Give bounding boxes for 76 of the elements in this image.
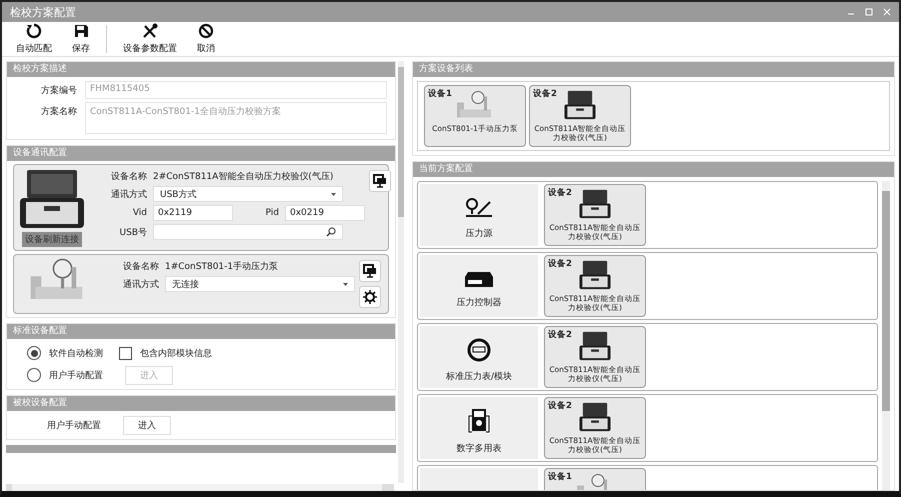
radio-button[interactable]: [27, 368, 41, 382]
field-label: 通讯方式: [122, 278, 159, 290]
option-label: 软件自动检测: [49, 348, 103, 360]
section-header: 设备通讯配置: [7, 146, 395, 161]
save-icon: [73, 23, 89, 39]
field-label: 设备名称: [122, 260, 159, 273]
section-header: 标准设备配置: [7, 324, 395, 339]
controller-box-icon: [464, 270, 494, 288]
field-label: 通讯方式: [110, 188, 147, 200]
section-header: 被校设备配置: [7, 396, 395, 411]
enter-button[interactable]: 进入: [123, 416, 171, 434]
toolbar-button[interactable]: 保存: [64, 23, 98, 55]
horizontal-scrollbar[interactable]: [6, 484, 394, 491]
role-label: 压力源: [466, 228, 492, 240]
field-label: USB号: [118, 226, 147, 238]
field-label: 方案编号: [40, 84, 77, 97]
connect-button[interactable]: [369, 170, 391, 192]
calibrator-drawing: [578, 258, 612, 292]
device-tag: 设备2: [533, 88, 557, 100]
tools-icon: [142, 23, 158, 39]
calibrator-drawing: [17, 168, 87, 230]
dropdown-arrow-icon: [331, 192, 336, 196]
calibrator-drawing: [578, 187, 612, 221]
checkbox-label: 包含内部模块信息: [140, 348, 212, 360]
radio-button[interactable]: [27, 346, 41, 360]
vertical-scrollbar[interactable]: [398, 61, 404, 483]
device-tag: 设备2: [548, 400, 572, 412]
device-name: 1#ConST801-1手动压力泵: [165, 260, 278, 273]
refresh-icon: [26, 23, 42, 39]
vertical-scrollbar[interactable]: [882, 181, 890, 490]
field-label: Pid: [264, 208, 279, 218]
refresh-connection-button[interactable]: 设备刷新连接: [22, 232, 82, 247]
device-tag: 设备1: [548, 471, 572, 483]
option-label: 用户手动配置: [47, 420, 101, 432]
role-label: 标准压力表/模块: [446, 370, 512, 382]
field-label: Vid: [132, 208, 147, 218]
option-label: 用户手动配置: [49, 370, 103, 382]
settings-icon: [363, 290, 377, 304]
multimeter-icon: [468, 408, 490, 434]
role-label: 数字多用表: [456, 442, 502, 454]
device-name: 2#ConST811A智能全自动压力校验仪(气压): [153, 170, 334, 183]
calibrator-drawing: [578, 400, 612, 434]
device-tile[interactable]: 设备1: [544, 468, 646, 490]
monitor-icon: [373, 174, 387, 188]
cancel-icon: [198, 23, 214, 39]
section-header: 方案设备列表: [413, 62, 894, 77]
field-label: 方案名称: [40, 105, 77, 118]
dropdown[interactable]: USB方式: [153, 186, 343, 202]
text-field[interactable]: 0x0219: [285, 205, 365, 221]
device-tag: 设备2: [548, 187, 572, 199]
window-title: 检校方案配置: [10, 4, 76, 20]
toolbar-button[interactable]: 取消: [189, 23, 223, 55]
dropdown-arrow-icon: [343, 282, 348, 286]
search-icon: [326, 227, 336, 237]
settings-button[interactable]: [359, 286, 381, 308]
calibrator-drawing: [563, 88, 597, 122]
connect-button[interactable]: [359, 260, 381, 282]
dial-gauge-icon: [467, 338, 491, 362]
field-label: 设备名称: [110, 170, 147, 183]
maximize-icon[interactable]: [865, 8, 873, 16]
checkbox[interactable]: [119, 346, 132, 360]
pressure-gauge-icon: [464, 196, 494, 218]
device-tag: 设备1: [428, 88, 452, 100]
monitor-icon: [363, 264, 377, 278]
toolbar-button[interactable]: 自动匹配: [8, 23, 60, 55]
calibrator-drawing: [578, 329, 612, 363]
role-label: 压力控制器: [456, 296, 502, 308]
toolbar-button[interactable]: 设备参数配置: [115, 23, 185, 55]
device-tag: 设备2: [548, 329, 572, 341]
text-field[interactable]: 0x2119: [153, 205, 233, 221]
device-tag: 设备2: [548, 258, 572, 270]
dropdown[interactable]: 无连接: [165, 276, 355, 292]
section-header: 当前方案配置: [413, 162, 894, 177]
close-icon[interactable]: [883, 8, 891, 16]
section-header: 检校方案描述: [7, 62, 395, 77]
search-field[interactable]: [153, 224, 343, 240]
